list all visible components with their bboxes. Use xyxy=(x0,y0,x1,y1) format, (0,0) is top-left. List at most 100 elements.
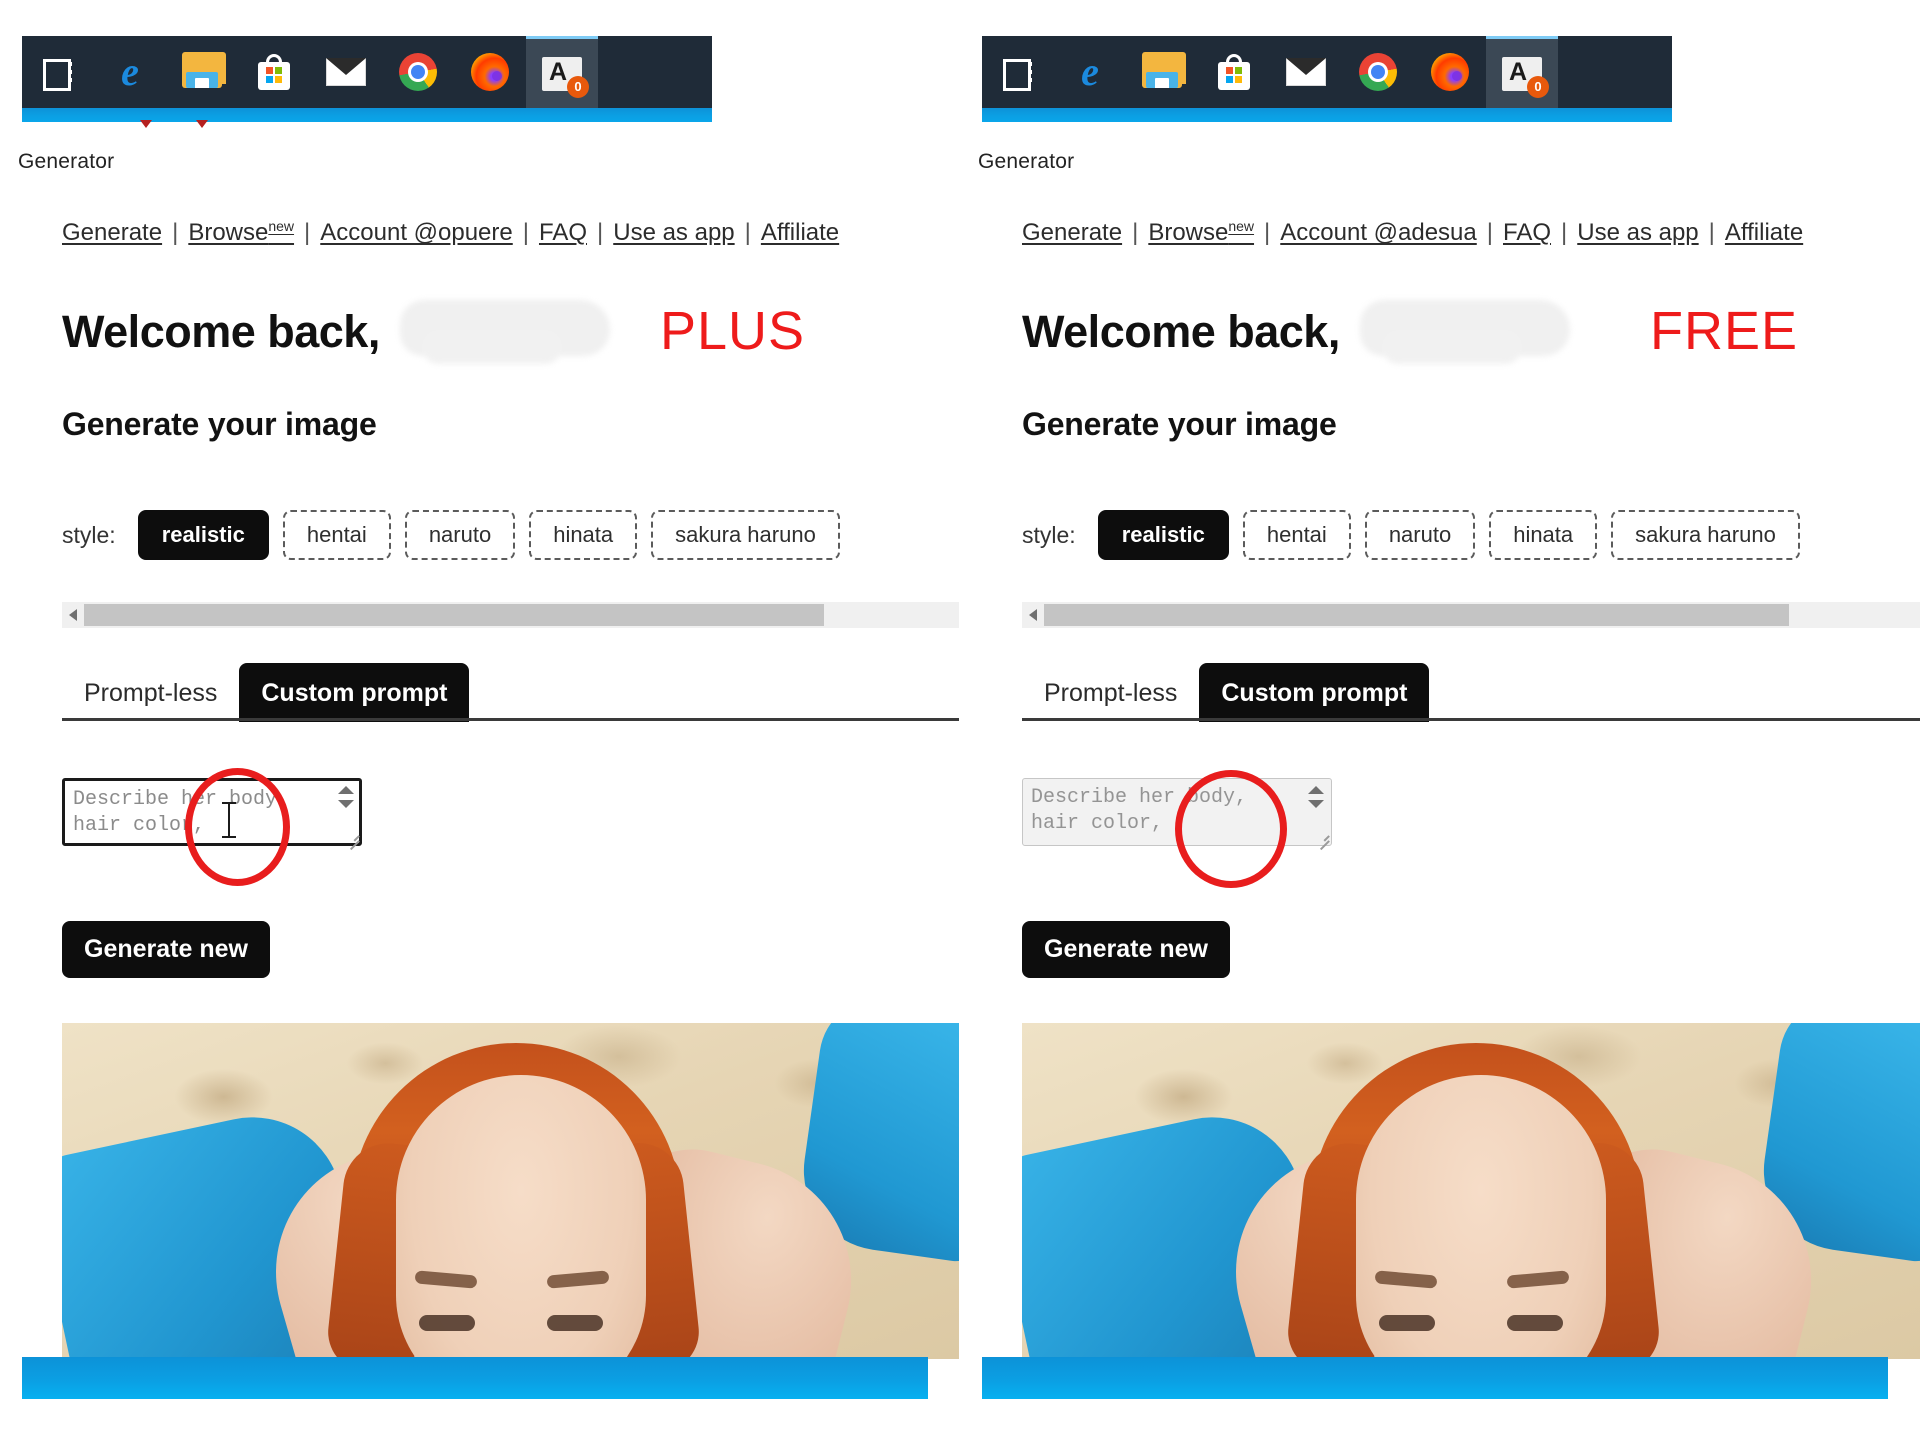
comparison-screenshot: e A 0 Generator Generate | Browsenew | Accou xyxy=(0,0,1920,1440)
tabs-underline xyxy=(62,718,960,721)
plan-badge-plus: PLUS xyxy=(660,301,806,361)
nav-separator: | xyxy=(1264,219,1271,246)
prompt-mode-tabs: Prompt-less Custom prompt xyxy=(1022,663,1430,722)
username-redaction xyxy=(400,300,610,364)
main-nav-left: Generate | Browsenew | Account @opuere | FAQ | U… xyxy=(62,218,839,247)
annotation-ellipse xyxy=(185,768,290,886)
nav-link-use-as-app[interactable]: Use as app xyxy=(613,219,734,246)
firefox-icon[interactable] xyxy=(454,36,526,108)
style-chip-sakura-haruno[interactable]: sakura haruno xyxy=(651,510,840,560)
browser-accent-bar-bottom xyxy=(22,1357,928,1399)
style-row-horizontal-scrollbar[interactable] xyxy=(62,602,960,628)
app-icon-badge: 0 xyxy=(1527,75,1549,98)
tab-prompt-less[interactable]: Prompt-less xyxy=(62,665,239,722)
style-label: style: xyxy=(1022,521,1076,548)
nav-link-account[interactable]: Account @adesua xyxy=(1280,219,1477,246)
nav-link-affiliate[interactable]: Affiliate xyxy=(1725,219,1803,246)
file-explorer-icon[interactable] xyxy=(166,36,238,108)
app-icon[interactable]: A 0 xyxy=(1486,36,1558,108)
panel-right-free: e A 0 Generator Generate | Browsenew | Accou… xyxy=(960,0,1920,1440)
nav-link-browse[interactable]: Browsenew xyxy=(1148,218,1255,246)
edge-icon[interactable]: e xyxy=(94,36,166,108)
nav-link-affiliate[interactable]: Affiliate xyxy=(761,219,839,246)
microsoft-store-icon[interactable] xyxy=(1198,36,1270,108)
tab-custom-prompt[interactable]: Custom prompt xyxy=(1199,663,1430,722)
nav-link-generate[interactable]: Generate xyxy=(1022,219,1122,246)
style-selector-row: style: realistic hentai naruto hinata sa… xyxy=(62,510,840,560)
prompt-mode-tabs: Prompt-less Custom prompt xyxy=(62,663,470,722)
nav-badge-new: new xyxy=(268,218,295,234)
generate-new-button[interactable]: Generate new xyxy=(1022,921,1230,978)
style-chip-naruto[interactable]: naruto xyxy=(404,510,516,560)
generate-new-button[interactable]: Generate new xyxy=(62,921,270,978)
app-icon-letter: A xyxy=(1509,57,1528,86)
mail-icon[interactable] xyxy=(1270,36,1342,108)
nav-separator: | xyxy=(1561,219,1568,246)
style-chip-realistic[interactable]: realistic xyxy=(137,510,269,560)
style-chip-hentai[interactable]: hentai xyxy=(1242,510,1351,560)
plan-badge-free: FREE xyxy=(1650,301,1799,361)
edge-icon[interactable]: e xyxy=(1054,36,1126,108)
task-view-icon[interactable] xyxy=(982,36,1054,108)
microsoft-store-icon[interactable] xyxy=(238,36,310,108)
style-row-horizontal-scrollbar[interactable] xyxy=(1022,602,1920,628)
windows-taskbar-left: e A 0 xyxy=(22,36,712,108)
windows-taskbar-right: e A 0 xyxy=(982,36,1672,108)
generated-image[interactable] xyxy=(62,1023,960,1359)
scroll-left-arrow-icon[interactable] xyxy=(1022,602,1044,628)
nav-separator: | xyxy=(1708,219,1715,246)
style-chip-sakura-haruno[interactable]: sakura haruno xyxy=(1611,510,1800,560)
browser-accent-bar-top xyxy=(22,108,712,122)
tabs-underline xyxy=(1022,718,1920,721)
nav-separator: | xyxy=(1486,219,1493,246)
nav-link-faq[interactable]: FAQ xyxy=(539,219,587,246)
app-icon[interactable]: A 0 xyxy=(526,36,598,108)
nav-badge-new: new xyxy=(1228,218,1255,234)
nav-link-account[interactable]: Account @opuere xyxy=(320,219,512,246)
tab-custom-prompt[interactable]: Custom prompt xyxy=(239,663,470,722)
edge-glyph: e xyxy=(1081,49,1099,94)
resize-grip-icon[interactable] xyxy=(1315,830,1329,844)
generated-image[interactable] xyxy=(1022,1023,1920,1359)
browser-accent-bar-top xyxy=(982,108,1672,122)
panel-divider xyxy=(959,0,961,1440)
scroll-left-arrow-icon[interactable] xyxy=(62,602,84,628)
resize-grip-icon[interactable] xyxy=(345,830,359,844)
style-label: style: xyxy=(62,521,116,548)
nav-link-faq[interactable]: FAQ xyxy=(1503,219,1551,246)
spinner-arrows-icon[interactable] xyxy=(338,784,356,814)
nav-link-use-as-app[interactable]: Use as app xyxy=(1577,219,1698,246)
nav-separator: | xyxy=(522,219,529,246)
mail-icon[interactable] xyxy=(310,36,382,108)
chrome-icon[interactable] xyxy=(1342,36,1414,108)
scrollbar-thumb[interactable] xyxy=(1044,604,1789,626)
username-redaction xyxy=(1360,300,1570,364)
nav-link-browse[interactable]: Browsenew xyxy=(188,218,295,246)
nav-link-generate[interactable]: Generate xyxy=(62,219,162,246)
scroll-marker xyxy=(140,120,152,128)
nav-separator: | xyxy=(1132,219,1139,246)
style-chip-hentai[interactable]: hentai xyxy=(282,510,391,560)
welcome-heading: Welcome back, xyxy=(62,306,380,357)
file-explorer-icon[interactable] xyxy=(1126,36,1198,108)
style-chip-naruto[interactable]: naruto xyxy=(1364,510,1476,560)
edge-glyph: e xyxy=(121,49,139,94)
site-title: Generator xyxy=(18,150,115,173)
firefox-icon[interactable] xyxy=(1414,36,1486,108)
app-icon-badge: 0 xyxy=(567,75,589,98)
style-selector-row: style: realistic hentai naruto hinata sa… xyxy=(1022,510,1800,560)
spinner-arrows-icon[interactable] xyxy=(1308,784,1326,814)
chrome-icon[interactable] xyxy=(382,36,454,108)
task-view-icon[interactable] xyxy=(22,36,94,108)
annotation-ellipse xyxy=(1175,770,1287,888)
style-chip-hinata[interactable]: hinata xyxy=(529,510,638,560)
welcome-heading: Welcome back, xyxy=(1022,306,1340,357)
style-chip-hinata[interactable]: hinata xyxy=(1489,510,1598,560)
nav-separator: | xyxy=(744,219,751,246)
panel-left-plus: e A 0 Generator Generate | Browsenew | Accou xyxy=(0,0,960,1440)
style-chip-realistic[interactable]: realistic xyxy=(1097,510,1229,560)
tab-prompt-less[interactable]: Prompt-less xyxy=(1022,665,1199,722)
section-subtitle: Generate your image xyxy=(1022,406,1337,442)
app-icon-letter: A xyxy=(549,57,568,86)
scrollbar-thumb[interactable] xyxy=(84,604,824,626)
